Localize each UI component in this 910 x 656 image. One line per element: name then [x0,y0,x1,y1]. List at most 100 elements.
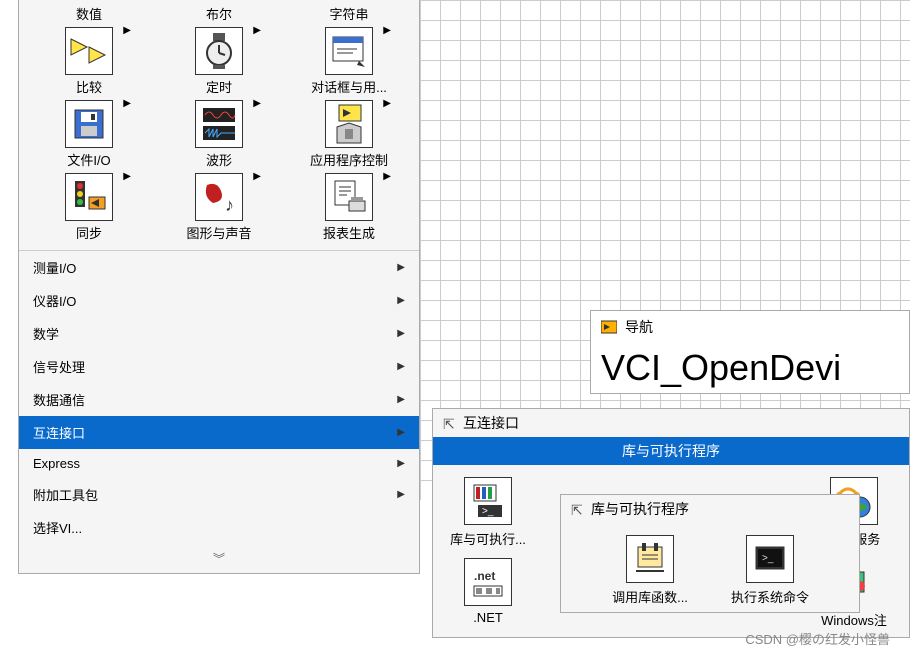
nav-icon [601,319,617,335]
submenu-arrow-icon: ▶ [383,98,391,109]
palette-list-item[interactable]: 信号处理 ▶ [19,350,419,383]
nav-titlebar[interactable]: 导航 [591,311,909,343]
palette-item-report[interactable]: ▶ 报表生成 [289,173,409,242]
label: 数据通信 [33,390,85,409]
label: 信号处理 [33,357,85,376]
expand-chevron[interactable]: ︾ [19,544,419,573]
submenu2-header: 库与可执行程序 [561,495,859,523]
submenu-arrow-icon: ▶ [397,489,405,500]
calllib-icon [626,535,674,583]
submenu-arrow-icon: ▶ [123,98,131,109]
label: 附加工具包 [33,485,98,504]
label: 调用库函数... [612,587,688,606]
label: 同步 [76,223,102,242]
palette-list-item[interactable]: 测量I/O▶ [19,251,419,284]
palette-item-fileio[interactable]: ▶ 文件I/O [29,100,149,169]
label: 库与可执行... [450,529,526,548]
label: 图形与声音 [186,223,251,242]
palette-cell-boolean-label: 布尔 [159,4,279,23]
svg-text:>_: >_ [762,553,774,564]
svg-text:>_: >_ [482,506,494,517]
watermark-text: CSDN @樱の红发小怪兽 [745,629,890,648]
watch-icon [195,27,243,75]
submenu-arrow-icon: ▶ [397,262,405,273]
label: 字符串 [329,4,368,23]
nav-title-text: 导航 [625,317,653,337]
submenu-arrow-icon: ▶ [253,98,261,109]
submenu-arrow-icon: ▶ [253,171,261,182]
nav-window: 导航 VCI_OpenDevi [590,310,910,394]
palette-list-item[interactable]: 选择VI... [19,511,419,544]
submenu-item-libexec[interactable]: >_ 库与可执行... [443,473,533,548]
sync-icon [65,173,113,221]
label: 对话框与用... [311,77,387,96]
submenu-arrow-icon: ▶ [397,328,405,339]
submenu-arrow-icon: ▶ [383,25,391,36]
label: 定时 [206,77,232,96]
submenu-arrow-icon: ▶ [397,361,405,372]
label: 布尔 [206,4,232,23]
waveform-icon [195,100,243,148]
palette-item-waveform[interactable]: ▶ 波形 [159,100,279,169]
label: 比较 [76,77,102,96]
submenu-arrow-icon: ▶ [123,171,131,182]
dotnet-icon: .net [464,558,512,606]
label: 应用程序控制 [310,150,388,169]
label: 波形 [206,150,232,169]
palette-icon-grid: 数值 布尔 字符串 ▶ 比较 ▶ 定时 ▶ 对话框与用... ▶ [19,0,419,250]
submenu1-header: 互连接口 [433,409,909,437]
compare-icon [65,27,113,75]
palette-item-graphics-sound[interactable]: ▶ ♪ 图形与声音 [159,173,279,242]
appctrl-icon [325,100,373,148]
palette-item-dialog[interactable]: ▶ 对话框与用... [289,27,409,96]
palette-item-sync[interactable]: ▶ 同步 [29,173,149,242]
label: 报表生成 [323,223,375,242]
submenu1-title: 互连接口 [463,413,519,433]
submenu-arrow-icon: ▶ [383,171,391,182]
svg-text:♪: ♪ [225,195,234,215]
label: 执行系统命令 [731,587,809,606]
label: 文件I/O [67,150,110,169]
label: .NET [473,610,503,625]
palette-list-item[interactable]: 数据通信 ▶ [19,383,419,416]
libexec-icon: >_ [464,477,512,525]
palette-item-appcontrol[interactable]: ▶ 应用程序控制 [289,100,409,169]
submenu1-selected-band[interactable]: 库与可执行程序 [433,437,909,465]
submenu-item-dotnet[interactable]: .net .NET [443,554,533,625]
palette-item-compare[interactable]: ▶ 比较 [29,27,149,96]
palette-list-item[interactable]: 互连接口 ▶ [19,416,419,449]
dialog-icon [325,27,373,75]
palette-cell-string-label: 字符串 [289,4,409,23]
palette-list-item[interactable]: 数学 ▶ [19,317,419,350]
label: 仪器I/O [33,291,76,310]
submenu-arrow-icon: ▶ [397,394,405,405]
submenu-arrow-icon: ▶ [397,427,405,438]
palette-list-item[interactable]: 附加工具包 ▶ [19,478,419,511]
submenu-arrow-icon: ▶ [253,25,261,36]
label: 数学 [33,324,59,343]
palette-list-item[interactable]: Express▶ [19,449,419,478]
palette-list-item[interactable]: 仪器I/O ▶ [19,284,419,317]
submenu-arrow-icon: ▶ [397,295,405,306]
disk-icon [65,100,113,148]
submenu-arrow-icon: ▶ [397,458,405,469]
submenu-libexec: 库与可执行程序 调用库函数... >_ 执行系统命令 [560,494,860,613]
report-icon [325,173,373,221]
pin-icon[interactable] [571,502,585,516]
svg-text:.net: .net [474,569,495,583]
graphics-icon: ♪ [195,173,243,221]
submenu2-title: 库与可执行程序 [591,499,689,519]
palette-item-timing[interactable]: ▶ 定时 [159,27,279,96]
syscmd-icon: >_ [746,535,794,583]
submenu2-item-syscmd[interactable]: >_ 执行系统命令 [725,531,815,606]
label: 互连接口 [33,423,85,442]
label: 数值 [76,4,102,23]
submenu-arrow-icon: ▶ [123,25,131,36]
palette-text-list: 测量I/O▶仪器I/O▶数学▶信号处理▶数据通信▶互连接口▶Express▶附加… [19,250,419,544]
label: 选择VI... [33,518,82,537]
palette-cell-numeric-label: 数值 [29,4,149,23]
functions-palette: 数值 布尔 字符串 ▶ 比较 ▶ 定时 ▶ 对话框与用... ▶ [18,0,420,574]
pin-icon[interactable] [443,416,457,430]
submenu2-item-calllib[interactable]: 调用库函数... [605,531,695,606]
nav-body-text: VCI_OpenDevi [591,343,909,393]
